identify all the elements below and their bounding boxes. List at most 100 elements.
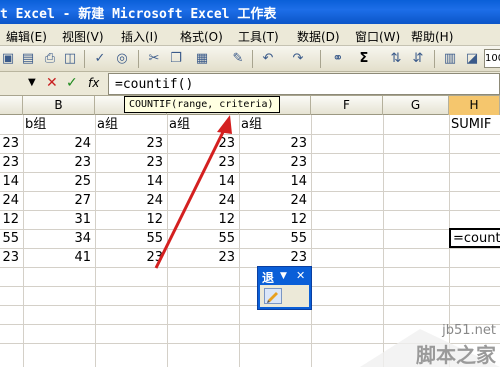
cell-a[interactable]: 23 xyxy=(0,153,23,172)
toolbar-separator xyxy=(84,50,85,68)
format-painter-icon[interactable]: ✎ xyxy=(230,51,246,67)
cancel-icon[interactable]: ✕ xyxy=(46,75,58,91)
autosum-icon[interactable]: Σ xyxy=(356,51,372,67)
cell-a[interactable]: 12 xyxy=(0,210,23,229)
watermark-url: jb51.net xyxy=(442,323,496,338)
insert-function-icon[interactable]: fx xyxy=(88,76,99,90)
menu-tools[interactable]: 工具(T) xyxy=(238,28,279,45)
floating-toolbar-dropdown-icon[interactable]: ▼ xyxy=(280,271,287,281)
floating-toolbar-title: 退 xyxy=(262,271,275,285)
cell-d[interactable]: 23 xyxy=(167,153,239,172)
cell-e[interactable]: 24 xyxy=(239,191,311,210)
floating-toolbar-close-icon[interactable]: ✕ xyxy=(296,269,305,282)
watermark-name: 脚本之家 xyxy=(416,343,496,367)
menu-edit[interactable]: 编辑(E) xyxy=(6,28,47,45)
hyperlink-icon[interactable]: ⚭ xyxy=(330,51,346,67)
cell-d[interactable]: 14 xyxy=(167,172,239,191)
cell-c[interactable]: 23 xyxy=(95,153,167,172)
cell-c[interactable]: 23 xyxy=(95,134,167,153)
cell-a[interactable]: 14 xyxy=(0,172,23,191)
grid-line xyxy=(0,286,500,287)
grid-line xyxy=(0,267,500,268)
column-header-h[interactable]: H xyxy=(449,96,500,115)
menu-view[interactable]: 视图(V) xyxy=(62,28,104,45)
drawing-icon[interactable]: ◪ xyxy=(464,51,480,67)
save-icon[interactable]: ▤ xyxy=(20,51,36,67)
name-box-dropdown-icon[interactable]: ▼ xyxy=(28,77,36,88)
cell-e[interactable]: 55 xyxy=(239,229,311,248)
cell-d[interactable]: 23 xyxy=(167,134,239,153)
research-icon[interactable]: ◎ xyxy=(114,51,130,67)
stop-recording-icon xyxy=(267,292,278,303)
cell-a[interactable]: 23 xyxy=(0,248,23,267)
menu-bar: 编辑(E) 视图(V) 插入(I) 格式(O) 工具(T) 数据(D) 窗口(W… xyxy=(0,24,500,46)
formula-text: =countif() xyxy=(115,77,194,92)
cell-e-header[interactable]: a组 xyxy=(239,115,311,134)
sort-asc-icon[interactable]: ⇅ xyxy=(388,51,404,67)
select-all-corner[interactable] xyxy=(0,96,23,115)
chart-icon[interactable]: ▥ xyxy=(442,51,458,67)
cell-d[interactable]: 23 xyxy=(167,248,239,267)
cell-b[interactable]: 25 xyxy=(23,172,95,191)
menu-insert[interactable]: 插入(I) xyxy=(121,28,158,45)
grid-line xyxy=(0,305,500,306)
cell-c[interactable]: 14 xyxy=(95,172,167,191)
undo-icon[interactable]: ↶ xyxy=(260,51,276,67)
toolbar-separator xyxy=(138,50,139,68)
cell-e[interactable]: 14 xyxy=(239,172,311,191)
cell-b-header[interactable]: b组 xyxy=(23,115,95,134)
cell-d[interactable]: 12 xyxy=(167,210,239,229)
floating-toolbar-body xyxy=(260,285,309,307)
menu-window[interactable]: 窗口(W) xyxy=(355,28,400,45)
cell-e[interactable]: 12 xyxy=(239,210,311,229)
cell-e[interactable]: 23 xyxy=(239,134,311,153)
window-title: t Excel - 新建 Microsoft Excel 工作表 xyxy=(0,7,277,22)
cell-c[interactable]: 23 xyxy=(95,248,167,267)
column-header-f[interactable]: F xyxy=(311,96,383,115)
copy-icon[interactable]: ❐ xyxy=(168,51,184,67)
toolbar-separator xyxy=(252,50,253,68)
redo-icon[interactable]: ↷ xyxy=(290,51,306,67)
column-header-g[interactable]: G xyxy=(383,96,449,115)
cell-b[interactable]: 34 xyxy=(23,229,95,248)
cell-b[interactable]: 23 xyxy=(23,153,95,172)
toolbar-separator xyxy=(320,50,321,68)
sort-desc-icon[interactable]: ⇵ xyxy=(410,51,426,67)
formula-input[interactable]: =countif() xyxy=(108,73,500,95)
cell-b[interactable]: 24 xyxy=(23,134,95,153)
cell-b[interactable]: 41 xyxy=(23,248,95,267)
open-icon[interactable]: ▣ xyxy=(0,51,16,67)
print-icon[interactable]: ⎙ xyxy=(42,51,58,67)
menu-format[interactable]: 格式(O) xyxy=(180,28,223,45)
stop-recording-button[interactable] xyxy=(264,288,282,304)
spelling-icon[interactable]: ✓ xyxy=(92,51,108,67)
cell-d[interactable]: 55 xyxy=(167,229,239,248)
cut-icon[interactable]: ✂ xyxy=(146,51,162,67)
cell-c-header[interactable]: a组 xyxy=(95,115,167,134)
function-tooltip: COUNTIF(range, criteria) xyxy=(124,96,280,113)
cell-c[interactable]: 55 xyxy=(95,229,167,248)
toolbar-separator xyxy=(434,50,435,68)
cell-h-header[interactable]: SUMIF xyxy=(449,115,500,134)
cell-c[interactable]: 12 xyxy=(95,210,167,229)
cell-e[interactable]: 23 xyxy=(239,153,311,172)
preview-icon[interactable]: ◫ xyxy=(62,51,78,67)
active-cell-editor[interactable]: =count xyxy=(449,228,500,248)
cell-c[interactable]: 24 xyxy=(95,191,167,210)
cell-b[interactable]: 27 xyxy=(23,191,95,210)
active-cell-text: =count xyxy=(453,231,500,246)
column-header-b[interactable]: B xyxy=(23,96,95,115)
cell-d-header[interactable]: a组 xyxy=(167,115,239,134)
cell-a[interactable]: 55 xyxy=(0,229,23,248)
cell-a[interactable]: 23 xyxy=(0,134,23,153)
cell-e[interactable]: 23 xyxy=(239,248,311,267)
floating-toolbar[interactable]: 退 ▼ ✕ xyxy=(257,266,312,310)
enter-icon[interactable]: ✓ xyxy=(66,75,78,91)
cell-d[interactable]: 24 xyxy=(167,191,239,210)
paste-icon[interactable]: ▦ xyxy=(194,51,210,67)
cell-b[interactable]: 31 xyxy=(23,210,95,229)
cell-a[interactable]: 24 xyxy=(0,191,23,210)
menu-help[interactable]: 帮助(H) xyxy=(411,28,453,45)
menu-data[interactable]: 数据(D) xyxy=(297,28,340,45)
zoom-box[interactable]: 100 xyxy=(484,49,500,68)
